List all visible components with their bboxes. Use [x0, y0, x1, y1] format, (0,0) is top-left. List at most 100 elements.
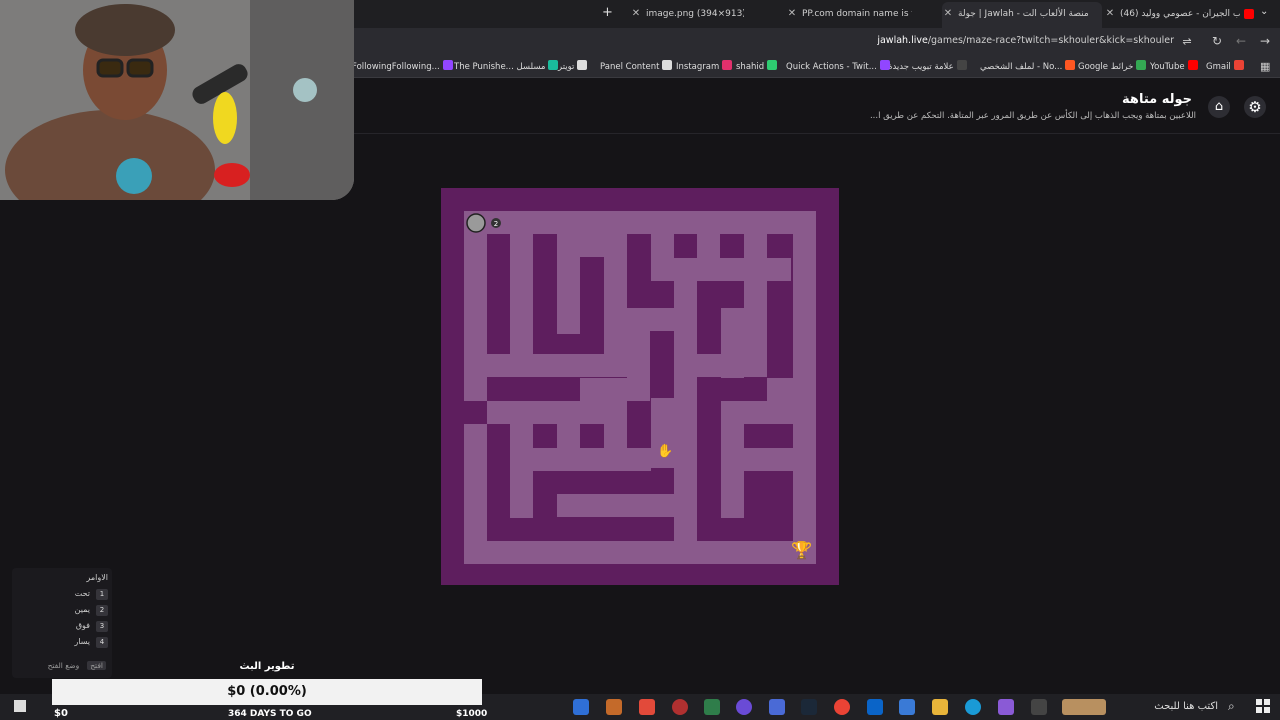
app-icon[interactable]	[769, 699, 785, 715]
url-text: jawlah.live/games/maze-race?twitch=skhou…	[877, 35, 1174, 46]
shahid-icon	[767, 60, 778, 70]
outlook-icon[interactable]	[867, 699, 883, 715]
shield-icon	[548, 60, 559, 70]
close-tab-icon[interactable]: ✕	[630, 4, 642, 24]
x-icon	[662, 60, 673, 70]
bookmark-twitter[interactable]: تويتر	[558, 60, 588, 72]
stream-goal-title: تطوير البث	[239, 661, 295, 672]
commands-panel: الاوامر 1 تحت 2 يمين 3 فوق 4 يسار افتح وضع ال…	[12, 568, 112, 678]
app-icon[interactable]	[998, 699, 1014, 715]
site-settings-icon[interactable]: ⇌	[1180, 35, 1194, 49]
command-number: 4	[96, 637, 108, 648]
stream-goal-progress-text: $0 (0.00%)	[227, 684, 307, 699]
home-button[interactable]: ⌂	[1208, 96, 1230, 118]
maze-board: 2 🏆	[441, 188, 839, 585]
bookmark-new-tab[interactable]: علامة تبويب جديدة	[888, 60, 967, 72]
youtube-icon	[1244, 9, 1254, 19]
profile-icon	[1065, 60, 1076, 70]
notification-icon[interactable]	[14, 700, 26, 712]
address-bar[interactable]: jawlah.live/games/maze-race?twitch=skhou…	[360, 32, 1200, 52]
close-tab-icon[interactable]: ✕	[1104, 4, 1116, 24]
gear-icon: ⚙	[1248, 98, 1262, 116]
browser-tab[interactable]: ✕ image.png (394×913)	[630, 4, 758, 24]
twitch-icon	[442, 60, 453, 70]
bookmark-shahid[interactable]: shahid	[736, 60, 778, 72]
trophy-icon: 🏆	[791, 540, 812, 561]
command-item: 3 فوق	[76, 621, 108, 633]
bookmark-profile[interactable]: لملف الشخصي - No...	[980, 60, 1076, 72]
twitch-icon	[879, 60, 890, 70]
news-widget-icon[interactable]	[1062, 699, 1106, 715]
edge-icon[interactable]	[965, 699, 981, 715]
windows-start-icon[interactable]	[1256, 699, 1270, 713]
maze-svg: 2 🏆	[441, 188, 839, 585]
open-mode-label: وضع الفتح	[47, 661, 80, 670]
command-item: 4 يسار	[74, 637, 108, 649]
bookmark-panel-content[interactable]: Panel Content	[600, 60, 673, 72]
stream-goal-target: $1000	[456, 709, 488, 719]
home-icon: ⌂	[1214, 99, 1224, 114]
bookmark-quick-actions[interactable]: Quick Actions - Twit...	[786, 60, 890, 72]
streamer-camera-image	[0, 0, 354, 200]
tab-search-icon[interactable]: ⌄	[1260, 6, 1268, 17]
bookmark-instagram[interactable]: Instagram	[676, 60, 733, 72]
page-icon	[956, 60, 967, 70]
back-icon[interactable]: →	[1257, 33, 1273, 49]
browser-tab-active[interactable]: ✕ جولة | Jawlah - منصة الألعاب الت	[942, 2, 1102, 28]
forward-icon[interactable]: ←	[1233, 33, 1249, 49]
reload-icon[interactable]: ↻	[1209, 33, 1225, 49]
tab-title: image.png (394×913)	[646, 9, 744, 19]
tab-title: جولة | Jawlah - منصة الألعاب الت	[958, 9, 1088, 19]
command-label: يمين	[74, 605, 90, 614]
bookmark-gmail[interactable]: Gmail	[1206, 60, 1244, 72]
youtube-icon	[1187, 60, 1198, 70]
apps-grid-icon[interactable]: ▦	[1260, 60, 1270, 73]
close-tab-icon[interactable]: ✕	[786, 4, 798, 24]
browser-tab[interactable]: ✕ PP.com domain name is for sale	[786, 4, 926, 24]
tab-title: (46) ألعاب الجيران - عصومي ووليد	[1120, 9, 1240, 19]
app-icon[interactable]	[639, 699, 655, 715]
command-number: 1	[96, 589, 108, 600]
chrome-icon[interactable]	[834, 699, 850, 715]
app-icon[interactable]	[573, 699, 589, 715]
page-description: اللاعبين بمتاهة ويجب الذهاب إلى الكأس عن…	[869, 111, 1196, 121]
taskbar-search-input[interactable]: اكتب هنا للبحث	[1154, 701, 1218, 712]
command-item: 1 تحت	[75, 589, 108, 601]
tab-title: PP.com domain name is for sale	[802, 9, 912, 19]
open-mode-key: افتح	[87, 661, 106, 670]
command-item: 2 يمين	[75, 605, 108, 617]
command-label: تحت	[74, 589, 90, 598]
page-title: جوله متاهة	[1122, 92, 1192, 107]
task-view-icon[interactable]	[1031, 699, 1047, 715]
command-number: 3	[96, 621, 108, 632]
bookmark-following[interactable]: FollowingFollowing...	[352, 60, 453, 72]
maps-icon	[1136, 60, 1147, 70]
command-label: يسار	[74, 637, 90, 646]
excel-icon[interactable]	[704, 699, 720, 715]
commands-footer: افتح وضع الفتح	[48, 661, 106, 670]
store-icon[interactable]	[899, 699, 915, 715]
bookmark-punisher[interactable]: The Punishe... مسلسل	[454, 60, 559, 72]
stream-goal-days: 364 DAYS TO GO	[228, 709, 312, 719]
browser-tab[interactable]: ✕ (46) ألعاب الجيران - عصومي ووليد	[1104, 4, 1254, 24]
stream-goal-progress: $0 (0.00%)	[52, 679, 482, 705]
app-icon[interactable]	[736, 699, 752, 715]
player-token	[466, 213, 486, 233]
instagram-icon	[722, 60, 733, 70]
gmail-icon	[1233, 60, 1244, 70]
app-icon[interactable]	[606, 699, 622, 715]
webcam-overlay	[0, 0, 354, 200]
command-label: فوق	[75, 621, 90, 630]
new-tab-button[interactable]: +	[602, 5, 613, 20]
bookmark-youtube[interactable]: YouTube	[1150, 60, 1198, 72]
bookmark-maps[interactable]: Google خرائط	[1078, 60, 1147, 72]
folder-icon[interactable]	[932, 699, 948, 715]
hand-cursor-icon: ✋	[657, 444, 674, 459]
search-icon[interactable]: ⌕	[1228, 699, 1235, 714]
app-icon[interactable]	[672, 699, 688, 715]
steam-icon[interactable]	[801, 699, 817, 715]
x-icon	[577, 60, 588, 70]
commands-title: الاوامر	[86, 573, 108, 582]
close-tab-icon[interactable]: ✕	[942, 2, 954, 26]
settings-button[interactable]: ⚙	[1244, 96, 1266, 118]
